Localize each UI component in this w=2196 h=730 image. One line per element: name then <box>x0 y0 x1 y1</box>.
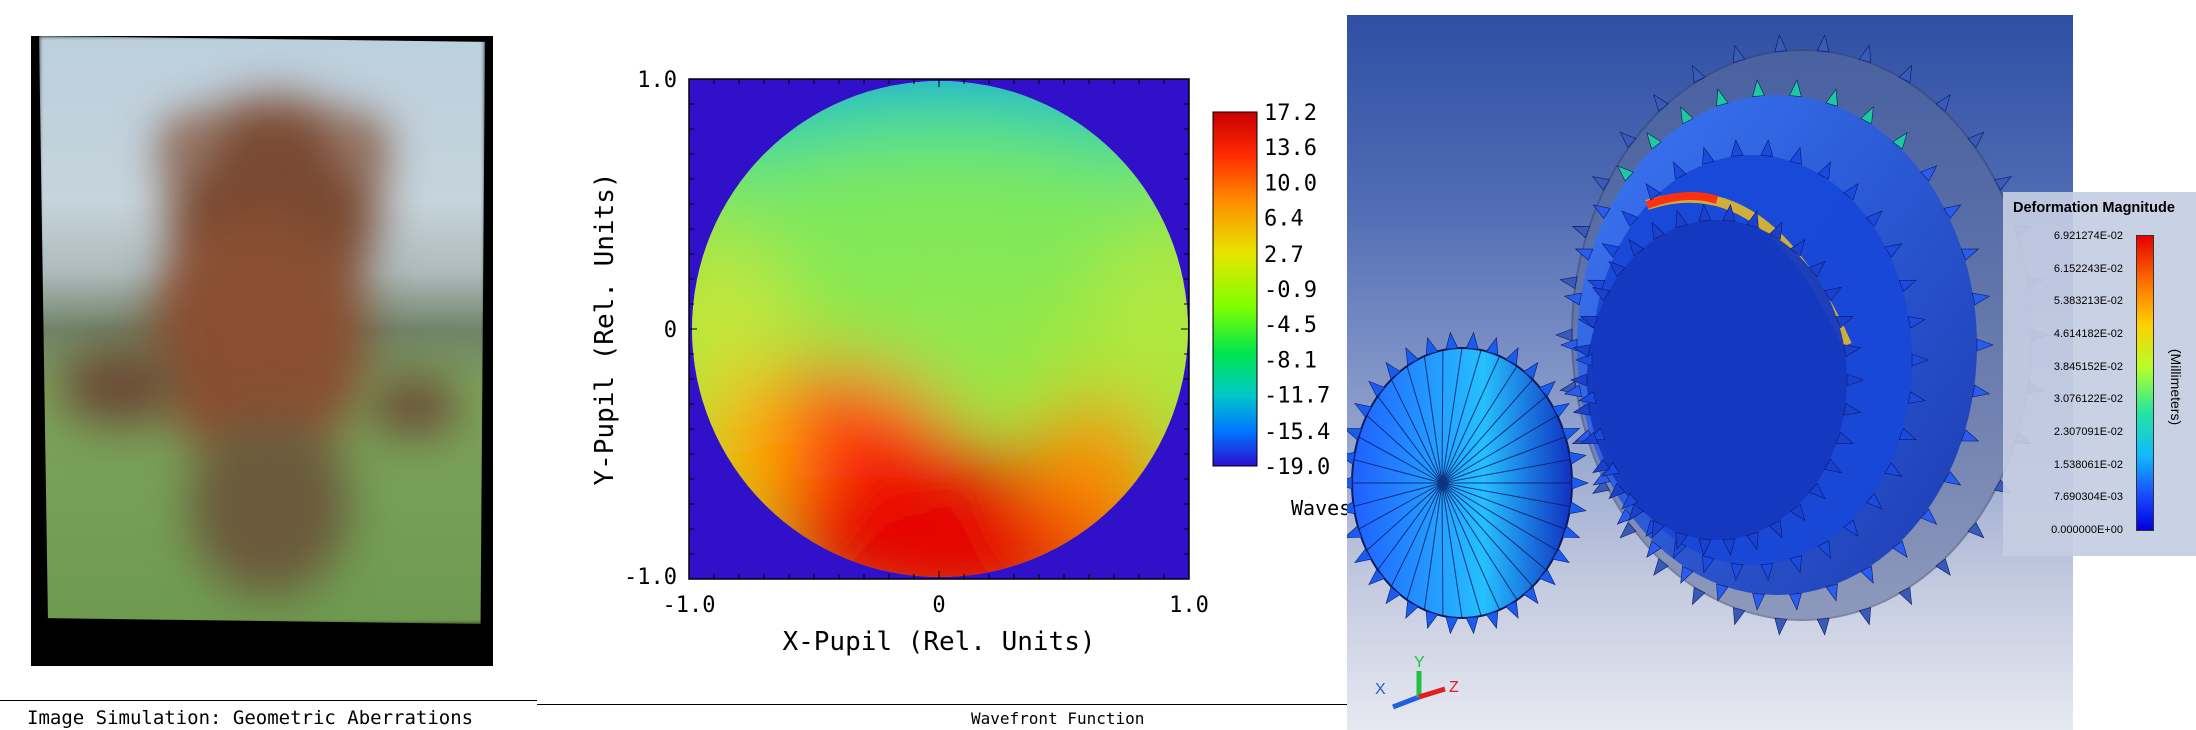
blurred-cow-photo <box>39 36 485 624</box>
legend-tick-label: 0.000000E+00 <box>2051 524 2123 536</box>
colorbar-tick-label: -4.5 <box>1264 313 1317 338</box>
colorbar-tick-label: 17.2 <box>1264 101 1317 126</box>
y-axis-title: Y-Pupil (Rel. Units) <box>590 172 620 485</box>
legend-unit: (Millimeters) <box>2168 348 2184 426</box>
deformation-arrow <box>1559 276 1578 290</box>
colorbar-tick-labels: 17.2 13.6 10.0 6.4 2.7 -0.9 -4.5 -8.1 -11.7 -15.4… <box>1264 101 1330 480</box>
deformation-arrow <box>1555 328 1573 342</box>
deformation-legend: Deformation Magnitude 6.921274E-02 6.1522… <box>2003 192 2196 556</box>
x-axis-title: X-Pupil (Rel. Units) <box>782 627 1095 657</box>
colorbar-tick-label: -8.1 <box>1264 348 1317 373</box>
deformation-arrow <box>1732 44 1746 63</box>
colorbar-unit: Waves <box>1291 496 1347 520</box>
hub-section <box>1587 220 1847 540</box>
legend-tick-label: 3.845152E-02 <box>2053 360 2123 373</box>
colorbar-tick-label: 6.4 <box>1264 207 1304 232</box>
legend-colorbar <box>2136 235 2154 531</box>
triad-z-label: Z <box>1449 679 1459 696</box>
legend-tick-label: 1.538061E-02 <box>2053 458 2123 471</box>
legend-tick-label: 4.614182E-02 <box>2053 328 2123 340</box>
legend-tick-label: 7.690304E-03 <box>2053 491 2123 504</box>
colorbar-tick-label: -15.4 <box>1264 420 1330 445</box>
colorbar-tick-label: -0.9 <box>1264 278 1317 303</box>
colorbar-tick-label: 10.0 <box>1264 171 1317 196</box>
deformation-arrow <box>1568 501 1587 515</box>
x-tick-label-left: -1.0 <box>663 593 716 618</box>
wavefront-chart: 1.0 0 -1.0 -1.0 0 1.0 X-Pupil (Rel. Unit… <box>590 68 1351 657</box>
legend-tick-label: 6.152243E-02 <box>2053 262 2123 275</box>
deformation-arrow <box>1485 610 1499 630</box>
colorbar-tick-label: 2.7 <box>1264 243 1304 268</box>
legend-tick-label: 5.383213E-02 <box>2053 295 2123 308</box>
caption-divider <box>0 700 537 701</box>
axis-triad: X Y Z <box>1375 654 1459 710</box>
caption-divider <box>537 704 1347 705</box>
x-tick-label-mid: 0 <box>932 593 945 618</box>
deformation-arrow <box>1816 617 1830 636</box>
deformation-arrow <box>1571 476 1589 490</box>
simulated-image <box>31 36 493 666</box>
legend-tick-label: 2.307091E-02 <box>2053 426 2123 438</box>
deformation-arrow <box>1774 34 1788 53</box>
deformed-mesh-model: X Y Z <box>1347 34 2049 710</box>
colorbar-tick-label: -19.0 <box>1264 455 1330 480</box>
triad-y-label: Y <box>1414 654 1425 671</box>
deformation-arrow <box>1347 476 1353 490</box>
y-tick-label-top: 1.0 <box>637 68 677 93</box>
deformation-arrow <box>1445 616 1459 635</box>
deformation-arrow <box>1858 607 1872 626</box>
deformation-arrow <box>1858 44 1872 63</box>
deformation-arrow <box>1732 607 1746 626</box>
wavefront-caption: Wavefront Function <box>971 709 1145 728</box>
fea-viewport[interactable]: X Y Z <box>1347 15 2073 730</box>
triad-x-label: X <box>1375 681 1386 698</box>
legend-tick-label: 6.921274E-02 <box>2053 230 2123 242</box>
y-tick-label-mid: 0 <box>664 318 677 343</box>
image-simulation-caption: Image Simulation: Geometric Aberrations <box>27 707 474 729</box>
colorbar <box>1212 111 1258 467</box>
legend-tick-label: 3.076122E-02 <box>2053 393 2123 406</box>
deformation-arrow <box>1465 616 1479 635</box>
colorbar-tick-label: 13.6 <box>1264 136 1317 161</box>
wavefront-panel: 1.0 0 -1.0 -1.0 0 1.0 X-Pupil (Rel. Unit… <box>537 0 1351 730</box>
y-tick-label-bottom: -1.0 <box>624 565 677 590</box>
deformation-arrow <box>1560 338 1578 352</box>
deformation-arrow <box>1485 336 1499 356</box>
image-simulation-panel: Image Simulation: Geometric Aberrations <box>0 0 537 730</box>
legend-title: Deformation Magnitude <box>2013 200 2175 216</box>
colorbar-tick-label: -11.7 <box>1264 384 1330 409</box>
deformation-arrow <box>1465 331 1479 350</box>
deformation-arrow <box>1816 34 1830 53</box>
deformation-arrow <box>1425 336 1439 356</box>
deformation-arrow <box>1425 610 1439 630</box>
deformation-arrow <box>1774 617 1788 636</box>
deformation-arrow <box>1445 331 1459 350</box>
x-tick-label-right: 1.0 <box>1169 593 1209 618</box>
deformation-arrow <box>1568 451 1587 465</box>
